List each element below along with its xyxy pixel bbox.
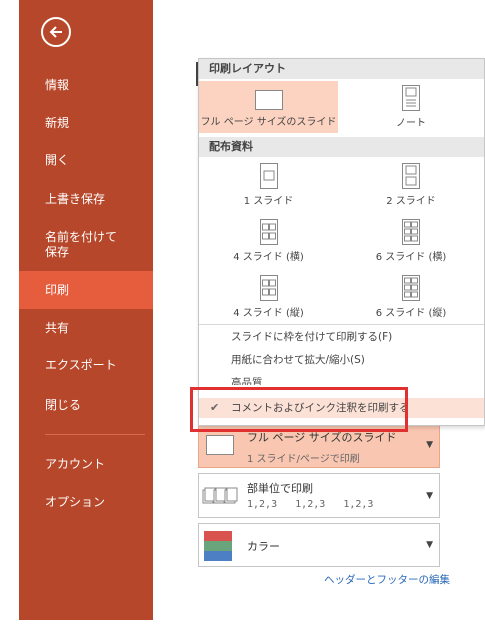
nav-item-account[interactable]: アカウント	[19, 457, 153, 472]
handout-4-vertical-icon	[259, 275, 278, 301]
print-layout-dropdown: 印刷レイアウト フル ページ サイズのスライド ノート 配布資料 1 スライド	[198, 58, 485, 426]
collate-subtitle: 1,2,3 1,2,3 1,2,3	[247, 499, 374, 510]
nav-item-save[interactable]: 上書き保存	[19, 192, 153, 207]
sidebar-divider	[45, 434, 145, 435]
handout-option-4-horizontal[interactable]: 4 スライド (横)	[199, 217, 338, 265]
print-layout-subtitle: 1 スライド/ページで印刷	[247, 454, 360, 465]
chevron-down-icon: ▼	[426, 440, 433, 450]
menu-item-frame-slides[interactable]: スライドに枠を付けて印刷する(F)	[199, 327, 484, 347]
handout-1-slide-icon	[259, 163, 278, 189]
nav-item-export[interactable]: エクスポート	[19, 358, 153, 373]
nav-item-print[interactable]: 印刷	[19, 271, 153, 309]
collate-icon	[202, 487, 238, 504]
color-selector[interactable]: カラー ▼	[198, 523, 440, 567]
header-footer-link[interactable]: ヘッダーとフッターの編集	[324, 572, 450, 587]
back-arrow-icon	[49, 26, 62, 38]
nav-item-options[interactable]: オプション	[19, 495, 153, 510]
handouts-section-header: 配布資料	[199, 137, 484, 157]
handout-option-label: 4 スライド (横)	[233, 252, 304, 263]
full-page-slide-icon	[254, 90, 283, 110]
nav-item-save-as[interactable]: 名前を付けて 保存	[19, 230, 153, 260]
slide-icon	[206, 435, 234, 455]
nav-item-info[interactable]: 情報	[19, 78, 153, 93]
handout-option-6-vertical[interactable]: 6 スライド (縦)	[338, 273, 484, 321]
handout-6-horizontal-icon	[402, 219, 420, 245]
handout-4-horizontal-icon	[259, 219, 278, 245]
nav-item-close[interactable]: 閉じる	[19, 398, 153, 413]
handout-option-label: 4 スライド (縦)	[233, 308, 304, 319]
handout-option-2-slides[interactable]: 2 スライド	[338, 161, 484, 209]
layout-option-label: フル ページ サイズのスライド	[200, 117, 337, 128]
menu-item-high-quality[interactable]: 高品質	[199, 373, 484, 385]
layout-option-full-page[interactable]: フル ページ サイズのスライド	[199, 81, 338, 133]
handout-6-vertical-icon	[402, 275, 420, 301]
layout-option-label: ノート	[396, 118, 426, 129]
back-button[interactable]	[41, 17, 71, 47]
backstage-sidebar: 情報 新規 開く 上書き保存 名前を付けて 保存 印刷 共有 エクスポート 閉じ…	[19, 0, 153, 620]
collate-title: 部単位で印刷	[247, 482, 313, 495]
handout-2-slides-icon	[402, 163, 420, 189]
handout-option-1-slide[interactable]: 1 スライド	[199, 161, 338, 209]
color-icon	[204, 531, 232, 561]
menu-divider	[199, 324, 484, 325]
menu-item-scale-to-fit[interactable]: 用紙に合わせて拡大/縮小(S)	[199, 350, 484, 370]
chevron-down-icon: ▼	[426, 491, 433, 501]
layout-section-header: 印刷レイアウト	[199, 59, 484, 79]
layout-option-notes[interactable]: ノート	[338, 81, 484, 133]
nav-item-open[interactable]: 開く	[19, 153, 153, 168]
handout-option-label: 6 スライド (横)	[375, 252, 447, 263]
nav-item-new[interactable]: 新規	[19, 116, 153, 131]
nav-item-share[interactable]: 共有	[19, 321, 153, 336]
collate-selector[interactable]: 部単位で印刷 1,2,3 1,2,3 1,2,3 ▼	[198, 473, 440, 518]
chevron-down-icon: ▼	[426, 540, 433, 550]
annotation-highlight-box	[190, 387, 408, 432]
color-title: カラー	[247, 540, 280, 553]
handout-option-label: 6 スライド (縦)	[375, 308, 447, 319]
handout-option-label: 1 スライド	[243, 196, 294, 207]
handout-option-4-vertical[interactable]: 4 スライド (縦)	[199, 273, 338, 321]
handout-option-6-horizontal[interactable]: 6 スライド (横)	[338, 217, 484, 265]
handout-option-label: 2 スライド	[386, 196, 436, 207]
notes-page-icon	[402, 85, 420, 111]
